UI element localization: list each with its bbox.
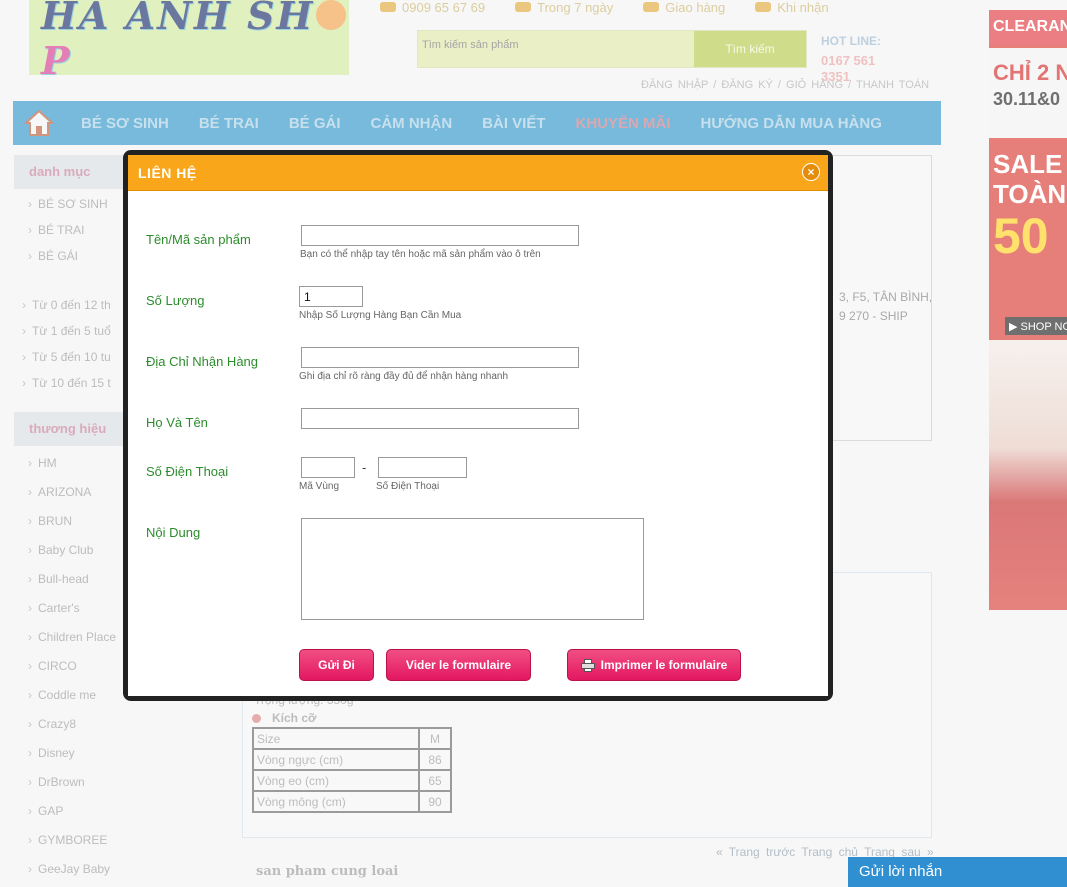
product-input[interactable] (301, 225, 579, 246)
phone-separator: - (362, 460, 367, 475)
phone-label: Số Điện Thoại (146, 464, 229, 479)
clear-form-button-label: Vider le formulaire (405, 658, 512, 672)
address-hint: Ghi địa chỉ rõ ràng đầy đủ để nhận hàng … (299, 371, 509, 382)
modal-title: LIÊN HỆ (138, 165, 197, 181)
printer-icon (580, 658, 595, 672)
chat-tab[interactable]: Gửi lời nhắn (848, 857, 1067, 887)
print-form-button[interactable]: Imprimer le formulaire (567, 649, 741, 681)
product-hint: Bạn có thể nhập tay tên hoặc mã sản phẩm… (300, 249, 541, 260)
phone-input[interactable] (378, 457, 467, 478)
full-name-label: Họ Và Tên (146, 415, 208, 430)
clear-form-button[interactable]: Vider le formulaire (386, 649, 531, 681)
area-code-input[interactable] (301, 457, 355, 478)
chat-tab-label: Gửi lời nhắn (859, 863, 943, 880)
contact-modal: LIÊN HỆ × Tên/Mã sản phẩm Bạn có thể nhậ… (123, 150, 833, 701)
address-input[interactable] (301, 347, 579, 368)
message-label: Nội Dung (146, 525, 201, 540)
product-label: Tên/Mã sản phẩm (146, 232, 251, 247)
full-name-input[interactable] (301, 408, 579, 429)
address-label: Địa Chỉ Nhận Hàng (146, 354, 259, 369)
send-button[interactable]: Gửi Đi (299, 649, 374, 681)
modal-header: LIÊN HỆ × (128, 155, 828, 191)
close-icon[interactable]: × (802, 163, 820, 181)
message-textarea[interactable] (301, 518, 644, 620)
print-form-button-label: Imprimer le formulaire (600, 658, 728, 672)
area-code-hint: Mã Vùng (299, 481, 340, 492)
quantity-hint: Nhập Số Lượng Hàng Bạn Cần Mua (299, 310, 462, 321)
send-button-label: Gửi Đi (318, 658, 355, 672)
phone-hint: Số Điện Thoại (376, 481, 440, 492)
quantity-label: Số Lượng (146, 293, 205, 308)
quantity-input[interactable] (299, 286, 363, 307)
